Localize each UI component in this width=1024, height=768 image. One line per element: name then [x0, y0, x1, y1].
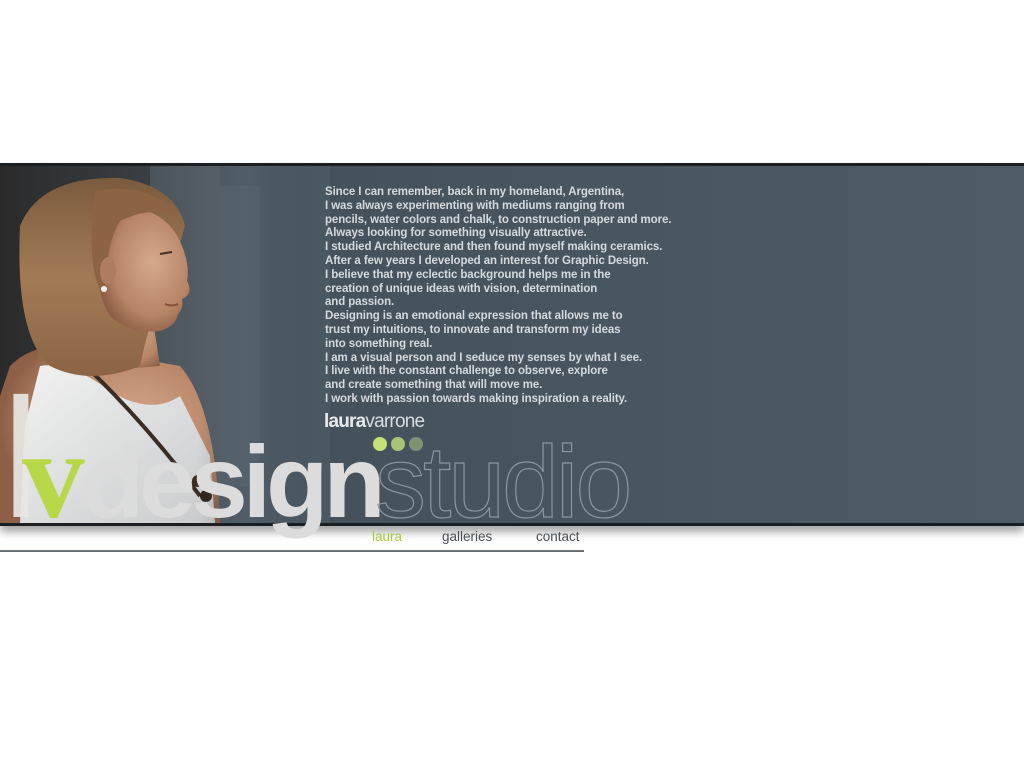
bio-line: I believe that my eclectic background he… [325, 268, 611, 281]
bio-line: into something real. [325, 337, 433, 350]
bio-line: Since I can remember, back in my homelan… [325, 186, 625, 198]
bio-line: creation of unique ideas with vision, de… [325, 282, 598, 295]
site-logo: l v design studio [2, 364, 633, 554]
bio-line: and passion. [325, 296, 395, 309]
logo-letter-v: v [22, 407, 85, 545]
nav-link-contact[interactable]: contact [536, 529, 580, 544]
page: Since I can remember, back in my homelan… [0, 0, 1024, 768]
bio-line: Designing is an emotional expression tha… [325, 310, 623, 323]
nav-link-laura[interactable]: laura [372, 529, 402, 544]
logo-word-studio: studio [375, 425, 629, 539]
nav-link-galleries[interactable]: galleries [442, 529, 492, 544]
bio-line: trust my intuitions, to innovate and tra… [325, 323, 621, 336]
logo-word-design: design [82, 425, 381, 539]
bio-line: Always looking for something visually at… [325, 227, 587, 240]
bio-line: pencils, water colors and chalk, to cons… [325, 213, 672, 226]
bio-line: After a few years I developed an interes… [325, 254, 649, 267]
bio-line: I studied Architecture and then found my… [325, 241, 663, 254]
nav-divider [0, 550, 584, 552]
bio-line: I was always experimenting with mediums … [325, 199, 625, 212]
